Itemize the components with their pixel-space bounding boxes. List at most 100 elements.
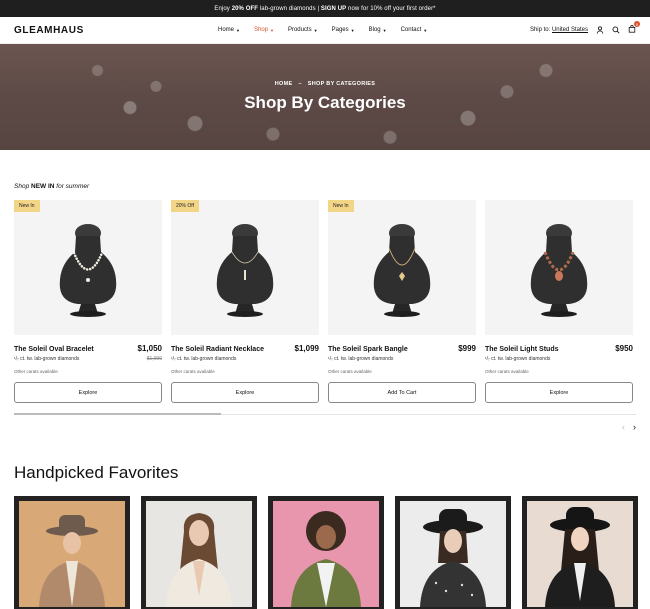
favorite-card[interactable] bbox=[141, 496, 257, 609]
product-row: The Soleil Spark Bangle $999 bbox=[328, 344, 476, 353]
product-price: $1,099 bbox=[294, 344, 319, 353]
new-in-bold: NEW IN bbox=[31, 183, 55, 190]
announcement-signup-link[interactable]: SIGN UP bbox=[321, 6, 346, 12]
breadcrumb-current: SHOP BY CATEGORIES bbox=[307, 81, 376, 87]
chevron-down-icon: ▼ bbox=[382, 27, 387, 33]
cart-count-badge: 0 bbox=[634, 21, 640, 27]
breadcrumb-separator: – bbox=[298, 81, 302, 87]
chevron-right-icon[interactable]: › bbox=[633, 422, 636, 432]
nav-blog-label: Blog bbox=[368, 27, 381, 33]
explore-button[interactable]: Explore bbox=[171, 382, 319, 403]
necklace-bust-image bbox=[373, 223, 431, 317]
product-row: The Soleil Light Studs $950 bbox=[485, 344, 633, 353]
product-title[interactable]: The Soleil Radiant Necklace bbox=[171, 346, 264, 353]
necklace-bust-image bbox=[216, 223, 274, 317]
ship-country: United States bbox=[551, 27, 588, 33]
favorite-card[interactable] bbox=[14, 496, 130, 609]
product-badge: New In bbox=[328, 200, 354, 212]
product-old-price: $1,090 bbox=[146, 356, 162, 362]
logo[interactable]: GLEAMHAUS bbox=[14, 25, 84, 36]
product-carat: ¹/₇ ct. tw. lab-grown diamonds bbox=[328, 356, 394, 362]
nav-home-label: Home bbox=[218, 27, 235, 33]
cart-button[interactable]: 0 bbox=[628, 21, 640, 35]
product-price: $950 bbox=[615, 344, 633, 353]
product-price: $999 bbox=[458, 344, 476, 353]
breadcrumb-home[interactable]: HOME bbox=[275, 81, 293, 87]
chevron-down-icon: ▼ bbox=[236, 27, 240, 33]
product-price: $1,050 bbox=[137, 344, 162, 353]
product-card[interactable]: The Soleil Light Studs $950 ¹/₇ ct. tw. … bbox=[485, 200, 633, 403]
site-header: GLEAMHAUS Home ▼ Shop ▼ Products ▼ Pages ▼ B… bbox=[0, 17, 650, 44]
favorite-card[interactable] bbox=[522, 496, 638, 609]
nav-products-label: Products bbox=[287, 27, 312, 33]
add-to-cart-button[interactable]: Add To Cart bbox=[328, 382, 476, 403]
favorite-card[interactable] bbox=[395, 496, 511, 609]
announcement-prefix: Enjoy bbox=[214, 5, 230, 12]
new-in-suffix: for summer bbox=[54, 183, 90, 190]
product-image[interactable]: 20% Off bbox=[171, 200, 319, 335]
nav-home[interactable]: Home ▼ bbox=[218, 27, 240, 33]
product-row: The Soleil Radiant Necklace $1,099 bbox=[171, 344, 319, 353]
explore-button[interactable]: Explore bbox=[14, 382, 162, 403]
chevron-left-icon[interactable]: ‹ bbox=[622, 422, 625, 432]
product-sub: ¹/₇ ct. tw. lab-grown diamonds $1,090 bbox=[14, 356, 162, 362]
product-badge: 20% Off bbox=[171, 200, 199, 212]
ship-to-label: Ship to: bbox=[529, 27, 551, 33]
nav-contact[interactable]: Contact ▼ bbox=[401, 27, 428, 33]
carousel-scrollbar[interactable] bbox=[14, 413, 636, 415]
announcement-middle: lab-grown diamonds | bbox=[259, 5, 320, 12]
product-carat: ¹/₇ ct. tw. lab-grown diamonds bbox=[171, 356, 237, 362]
product-image[interactable]: New In bbox=[328, 200, 476, 335]
chevron-down-icon: ▼ bbox=[350, 27, 355, 33]
nav-blog[interactable]: Blog ▼ bbox=[369, 27, 387, 33]
product-image[interactable]: New In bbox=[14, 200, 162, 335]
model-photo bbox=[146, 501, 252, 607]
announcement-highlight-discount: 20% OFF bbox=[231, 5, 259, 12]
product-badge: New In bbox=[14, 200, 40, 212]
product-image[interactable] bbox=[485, 200, 633, 335]
explore-button[interactable]: Explore bbox=[485, 382, 633, 403]
product-card[interactable]: New In The Soleil Spark Bangle $999 ¹/₇ … bbox=[328, 200, 476, 403]
product-note: Other carats available bbox=[485, 369, 529, 374]
page-title: Shop By Categories bbox=[244, 93, 406, 112]
nav-pages-label: Pages bbox=[331, 27, 349, 33]
nav-contact-label: Contact bbox=[400, 27, 422, 33]
ship-to-selector[interactable]: Ship to: United States bbox=[530, 27, 588, 33]
product-row: The Soleil Oval Bracelet $1,050 bbox=[14, 344, 162, 353]
new-in-prefix: Shop bbox=[14, 183, 31, 190]
model-illustration bbox=[166, 513, 232, 607]
product-title[interactable]: The Soleil Light Studs bbox=[485, 346, 559, 353]
favorite-card[interactable] bbox=[268, 496, 384, 609]
model-illustration bbox=[39, 515, 105, 607]
product-card[interactable]: New In The Soleil Oval Bracelet $1,050 ¹… bbox=[14, 200, 162, 403]
product-card[interactable]: 20% Off The Soleil Radiant Necklace $1,0… bbox=[171, 200, 319, 403]
carousel-arrows: ‹ › bbox=[622, 422, 636, 432]
model-photo bbox=[400, 501, 506, 607]
search-icon[interactable] bbox=[612, 26, 620, 34]
product-title[interactable]: The Soleil Oval Bracelet bbox=[14, 346, 94, 353]
chevron-down-icon: ▼ bbox=[313, 27, 318, 33]
model-illustration bbox=[420, 509, 486, 607]
model-photo bbox=[273, 501, 379, 607]
handpicked-gallery bbox=[14, 496, 638, 609]
chevron-down-icon: ▼ bbox=[423, 27, 428, 33]
product-carousel: New In The Soleil Oval Bracelet $1,050 ¹… bbox=[14, 200, 633, 403]
nav-pages[interactable]: Pages ▼ bbox=[332, 27, 355, 33]
section-title: Handpicked Favorites bbox=[14, 463, 179, 482]
product-title[interactable]: The Soleil Spark Bangle bbox=[328, 346, 408, 353]
header-tools: Ship to: United States 0 bbox=[530, 21, 640, 35]
product-carat: ¹/₇ ct. tw. lab-grown diamonds bbox=[14, 356, 80, 362]
carousel-scroll-thumb[interactable] bbox=[14, 413, 221, 415]
product-note: Other carats available bbox=[14, 369, 58, 374]
model-illustration bbox=[291, 511, 361, 607]
new-in-label: Shop NEW IN for summer bbox=[14, 183, 89, 190]
product-sub: ¹/₇ ct. tw. lab-grown diamonds bbox=[171, 356, 319, 362]
hero-banner: HOME – SHOP BY CATEGORIES Shop By Categori… bbox=[0, 44, 650, 150]
nav-shop-label: Shop bbox=[253, 27, 268, 33]
necklace-bust-image bbox=[59, 223, 117, 317]
user-icon[interactable] bbox=[596, 26, 604, 34]
nav-shop[interactable]: Shop ▼ bbox=[254, 27, 274, 33]
nav-products[interactable]: Products ▼ bbox=[288, 27, 318, 33]
announcement-suffix: now for 10% off your first order* bbox=[348, 5, 436, 12]
breadcrumb: HOME – SHOP BY CATEGORIES bbox=[272, 81, 379, 87]
